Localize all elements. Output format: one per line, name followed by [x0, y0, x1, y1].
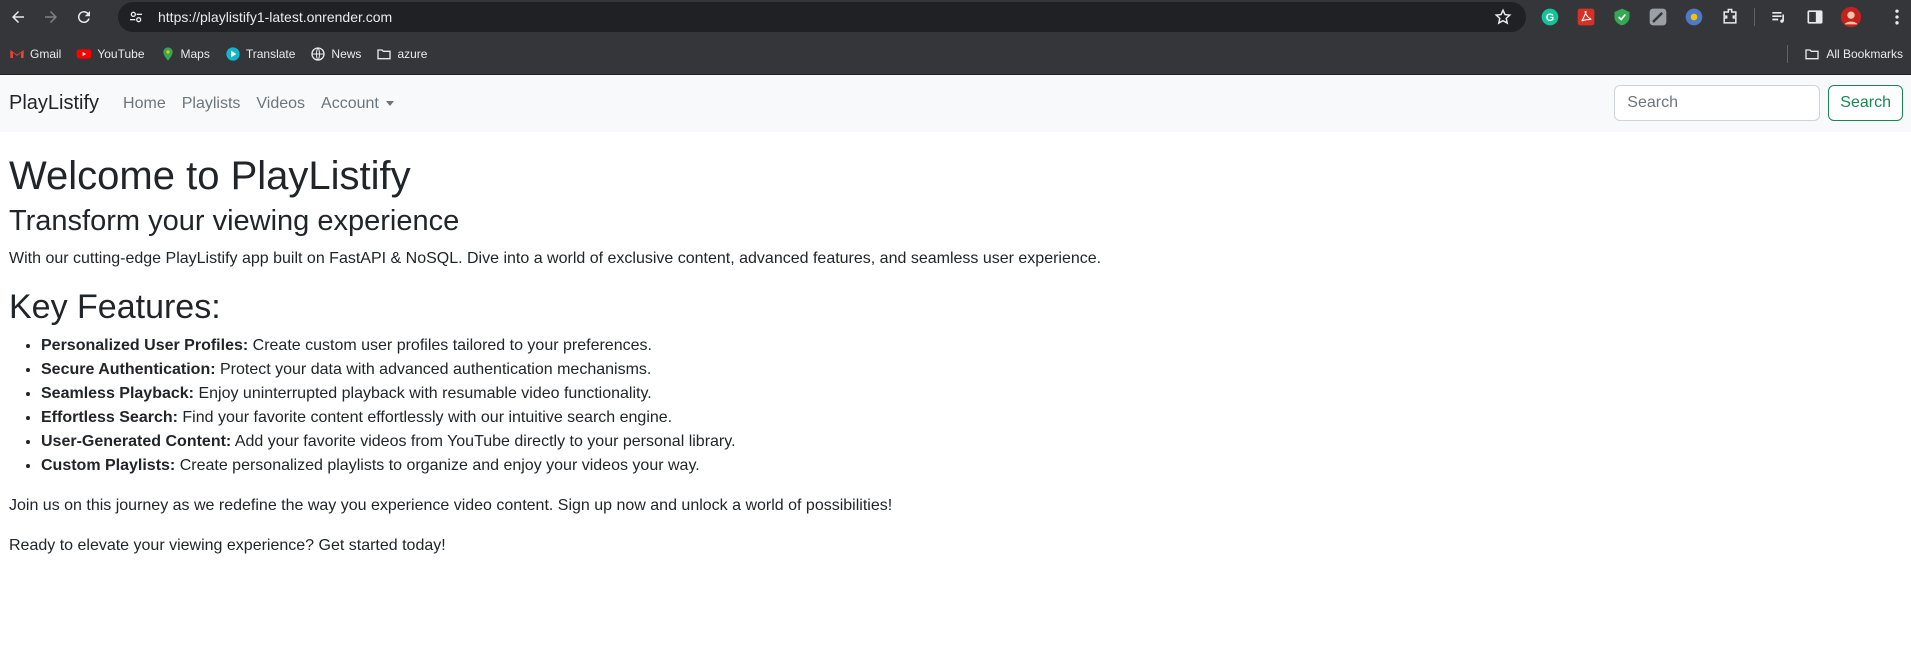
nav-link-playlists[interactable]: Playlists — [182, 95, 241, 113]
feature-text: Protect your data with advanced authenti… — [215, 360, 652, 378]
nav-link-home[interactable]: Home — [123, 95, 166, 113]
translate-icon — [225, 46, 241, 62]
address-bar[interactable]: https://playlistify1-latest.onrender.com — [118, 2, 1526, 32]
feature-text: Create custom user profiles tailored to … — [248, 336, 652, 354]
bookmark-label: News — [331, 47, 362, 61]
features-list: Personalized User Profiles: Create custo… — [9, 334, 1902, 478]
search-form: Search — [1614, 85, 1903, 121]
gmail-icon — [9, 46, 25, 62]
grammarly-icon[interactable]: G — [1538, 5, 1562, 29]
page-title: Welcome to PlayListify — [9, 154, 411, 198]
page-subtitle: Transform your viewing experience — [9, 205, 460, 237]
account-label: Account — [321, 94, 379, 112]
bookmark-label: Translate — [245, 47, 296, 61]
cta-paragraph: Ready to elevate your viewing experience… — [9, 536, 446, 554]
brand-logo[interactable]: PlayListify — [9, 92, 99, 115]
feature-name: Effortless Search: — [41, 408, 178, 426]
profile-avatar-icon[interactable] — [1839, 5, 1863, 29]
nav-link-videos[interactable]: Videos — [256, 95, 305, 113]
closing-paragraph: Join us on this journey as we redefine t… — [9, 496, 893, 514]
extensions-area: G — [1538, 5, 1875, 29]
back-arrow-icon — [12, 11, 24, 23]
news-icon — [310, 46, 326, 62]
bookmark-label: azure — [397, 47, 428, 61]
caret-down-icon — [385, 101, 394, 106]
bookmarks-bar: Gmail YouTube Maps Translate News azure … — [0, 34, 1911, 75]
feature-name: Secure Authentication: — [41, 360, 216, 378]
list-item: Seamless Playback: Enjoy uninterrupted p… — [41, 382, 1902, 406]
bookmarks-separator — [1787, 45, 1789, 63]
youtube-icon — [76, 46, 92, 62]
feature-text: Find your favorite content effortlessly … — [177, 408, 673, 426]
puzzle-icon[interactable] — [1718, 5, 1742, 29]
features-heading: Key Features: — [9, 287, 221, 326]
bookmark-youtube[interactable]: YouTube — [76, 41, 145, 67]
toolbar-separator — [1754, 8, 1755, 26]
settings-extension-icon[interactable] — [1682, 5, 1706, 29]
media-queue-icon[interactable] — [1767, 5, 1791, 29]
feature-name: Personalized User Profiles: — [41, 336, 249, 354]
feature-text: Add your favorite videos from YouTube di… — [231, 432, 736, 450]
search-input[interactable] — [1614, 85, 1821, 121]
search-button[interactable]: Search — [1828, 85, 1903, 121]
url-text[interactable]: https://playlistify1-latest.onrender.com — [158, 9, 392, 25]
list-item: User-Generated Content: Add your favorit… — [41, 430, 1902, 454]
list-item: Effortless Search: Find your favorite co… — [41, 406, 1902, 430]
list-item: Custom Playlists: Create personalized pl… — [41, 454, 1902, 478]
svg-text:G: G — [1546, 12, 1554, 24]
all-bookmarks-button[interactable]: All Bookmarks — [1787, 41, 1903, 67]
pdf-icon[interactable] — [1574, 5, 1598, 29]
site-info-icon[interactable] — [124, 5, 148, 29]
list-item: Personalized User Profiles: Create custo… — [41, 334, 1902, 358]
kebab-menu-icon[interactable] — [1887, 7, 1907, 27]
bookmark-gmail[interactable]: Gmail — [9, 41, 61, 67]
reload-button[interactable] — [69, 2, 99, 32]
edit-tool-icon[interactable] — [1646, 5, 1670, 29]
back-button[interactable] — [3, 2, 33, 32]
bookmark-star-icon[interactable] — [1494, 8, 1512, 26]
shield-check-icon[interactable] — [1610, 5, 1634, 29]
bookmark-label: Maps — [180, 47, 210, 61]
maps-icon — [160, 46, 176, 62]
forward-arrow-icon — [45, 11, 57, 23]
feature-text: Create personalized playlists to organiz… — [175, 456, 700, 474]
forward-button[interactable] — [36, 2, 66, 32]
site-navbar: PlayListify Home Playlists Videos Accoun… — [0, 75, 1911, 132]
feature-name: User-Generated Content: — [41, 432, 232, 450]
bookmark-label: Gmail — [30, 47, 62, 61]
bookmark-maps[interactable]: Maps — [160, 41, 210, 67]
bookmark-news[interactable]: News — [310, 41, 361, 67]
nav-dropdown-account[interactable]: Account — [321, 95, 394, 113]
feature-text: Enjoy uninterrupted playback with resuma… — [194, 384, 652, 402]
intro-paragraph: With our cutting-edge PlayListify app bu… — [9, 249, 1102, 267]
bookmark-translate[interactable]: Translate — [225, 41, 296, 67]
bookmark-label: YouTube — [97, 47, 145, 61]
bookmark-folder-azure[interactable]: azure — [376, 41, 427, 67]
list-item: Secure Authentication: Protect your data… — [41, 358, 1902, 382]
all-bookmarks-label: All Bookmarks — [1826, 47, 1903, 61]
feature-name: Seamless Playback: — [41, 384, 194, 402]
main-content: Welcome to PlayListify Transform your vi… — [0, 152, 1911, 558]
folder-icon — [376, 46, 392, 62]
browser-toolbar: https://playlistify1-latest.onrender.com… — [0, 0, 1911, 34]
side-panel-icon[interactable] — [1803, 5, 1827, 29]
folder-icon — [1804, 46, 1820, 62]
reload-icon — [77, 11, 90, 24]
feature-name: Custom Playlists: — [41, 456, 176, 474]
